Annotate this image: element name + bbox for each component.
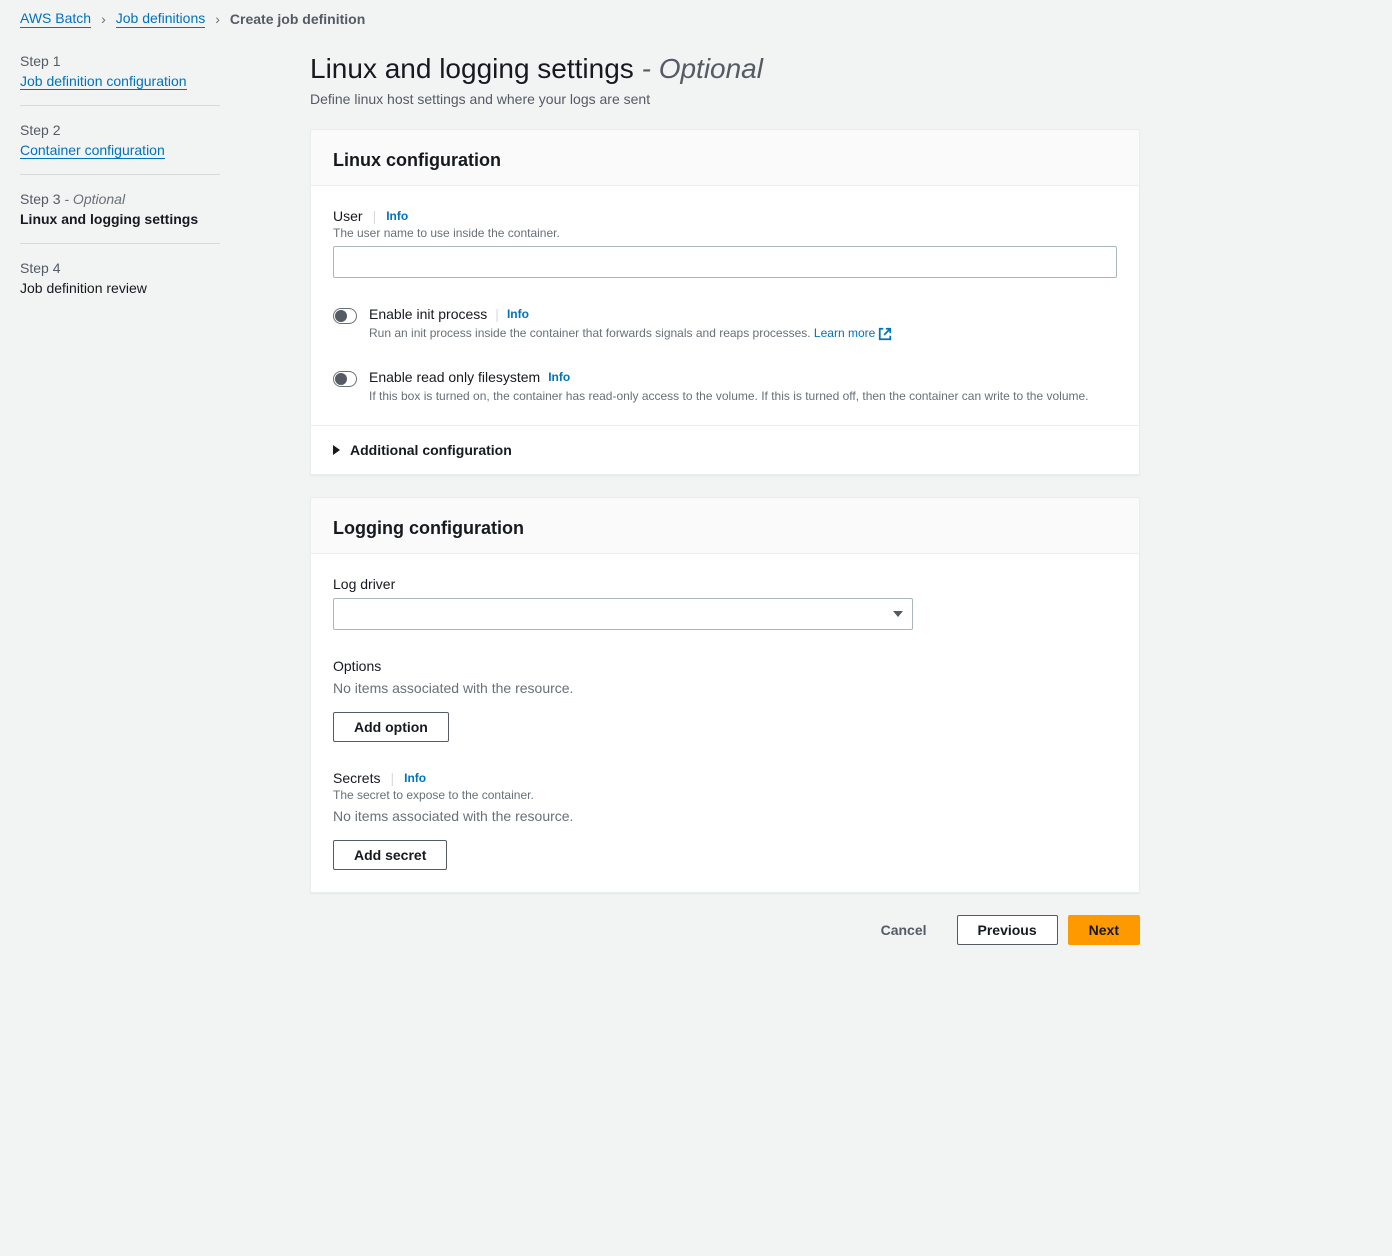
wizard-step-1[interactable]: Step 1 Job definition configuration xyxy=(20,53,220,106)
breadcrumb-current: Create job definition xyxy=(230,11,365,27)
wizard-step-2[interactable]: Step 2 Container configuration xyxy=(20,122,220,175)
page-title: Linux and logging settings - Optional xyxy=(310,53,1140,85)
user-field-group: User | Info The user name to use inside … xyxy=(333,208,1117,278)
log-driver-select[interactable] xyxy=(333,598,913,630)
info-link[interactable]: Info xyxy=(548,370,570,384)
previous-button[interactable]: Previous xyxy=(957,915,1058,945)
info-link[interactable]: Info xyxy=(386,209,408,223)
learn-more-link[interactable]: Learn more xyxy=(814,326,892,340)
cancel-button[interactable]: Cancel xyxy=(861,915,947,945)
readonly-fs-label: Enable read only filesystem xyxy=(369,369,540,385)
step-title: Job definition review xyxy=(20,280,220,296)
secrets-help: The secret to expose to the container. xyxy=(333,788,1117,802)
secrets-label: Secrets xyxy=(333,770,380,786)
info-link[interactable]: Info xyxy=(404,771,426,785)
options-empty: No items associated with the resource. xyxy=(333,680,1117,696)
add-option-button[interactable]: Add option xyxy=(333,712,449,742)
breadcrumb-root[interactable]: AWS Batch xyxy=(20,10,91,28)
wizard-step-3: Step 3 - Optional Linux and logging sett… xyxy=(20,191,220,244)
linux-config-card: Linux configuration User | Info The user… xyxy=(310,129,1140,475)
logging-config-card: Logging configuration Log driver Options… xyxy=(310,497,1140,893)
init-process-label: Enable init process xyxy=(369,306,487,322)
footer-actions: Cancel Previous Next xyxy=(310,915,1140,945)
info-link[interactable]: Info xyxy=(507,307,529,321)
options-group: Options No items associated with the res… xyxy=(333,658,1117,742)
step-label: Step 2 xyxy=(20,122,220,138)
additional-config-expander[interactable]: Additional configuration xyxy=(311,425,1139,474)
card-title: Linux configuration xyxy=(333,150,1117,171)
step-label: Step 3 - Optional xyxy=(20,191,220,207)
breadcrumb: AWS Batch › Job definitions › Create job… xyxy=(20,10,1372,28)
readonly-fs-desc: If this box is turned on, the container … xyxy=(369,389,1117,403)
next-button[interactable]: Next xyxy=(1068,915,1140,945)
step-title: Linux and logging settings xyxy=(20,211,220,227)
readonly-fs-toggle[interactable] xyxy=(333,371,357,387)
step-title[interactable]: Job definition configuration xyxy=(20,73,187,90)
step-label: Step 4 xyxy=(20,260,220,276)
additional-config-label: Additional configuration xyxy=(350,442,512,458)
init-process-desc: Run an init process inside the container… xyxy=(369,326,1117,341)
readonly-fs-group: Enable read only filesystem Info If this… xyxy=(333,369,1117,403)
divider: | xyxy=(390,770,394,786)
caret-right-icon xyxy=(333,445,340,455)
options-label: Options xyxy=(333,658,1117,674)
log-driver-group: Log driver xyxy=(333,576,1117,630)
user-input[interactable] xyxy=(333,246,1117,278)
chevron-right-icon: › xyxy=(101,11,106,27)
external-link-icon xyxy=(878,327,892,341)
card-title: Logging configuration xyxy=(333,518,1117,539)
secrets-group: Secrets | Info The secret to expose to t… xyxy=(333,770,1117,870)
user-help: The user name to use inside the containe… xyxy=(333,226,1117,240)
step-label: Step 1 xyxy=(20,53,220,69)
page-subtitle: Define linux host settings and where you… xyxy=(310,91,1140,107)
init-process-toggle[interactable] xyxy=(333,308,357,324)
user-label: User xyxy=(333,208,363,224)
chevron-right-icon: › xyxy=(215,11,220,27)
divider: | xyxy=(495,306,499,322)
breadcrumb-parent[interactable]: Job definitions xyxy=(116,10,206,28)
add-secret-button[interactable]: Add secret xyxy=(333,840,447,870)
init-process-group: Enable init process | Info Run an init p… xyxy=(333,306,1117,341)
divider: | xyxy=(373,208,377,224)
step-title[interactable]: Container configuration xyxy=(20,142,165,159)
log-driver-label: Log driver xyxy=(333,576,1117,592)
wizard-step-4: Step 4 Job definition review xyxy=(20,260,220,312)
wizard-sidebar: Step 1 Job definition configuration Step… xyxy=(20,53,220,945)
secrets-empty: No items associated with the resource. xyxy=(333,808,1117,824)
